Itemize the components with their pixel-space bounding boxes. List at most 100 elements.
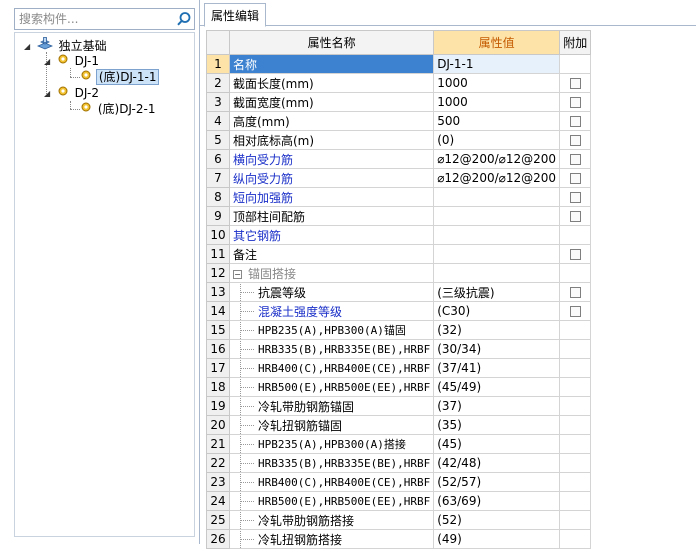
property-row[interactable]: 6 横向受力筋 ⌀12@200/⌀12@200 bbox=[206, 149, 592, 169]
property-name-cell[interactable]: HRB400(C),HRB400E(CE),HRBF bbox=[228, 358, 435, 378]
property-row[interactable]: 18 HRB500(E),HRB500E(EE),HRBF (45/49) bbox=[206, 377, 592, 397]
property-value-cell[interactable]: ⌀12@200/⌀12@200 bbox=[433, 168, 561, 188]
property-value-cell[interactable] bbox=[433, 244, 561, 264]
property-name-cell[interactable]: 抗震等级 bbox=[228, 282, 435, 302]
property-row[interactable]: 14 混凝土强度等级 (C30) bbox=[206, 301, 592, 321]
extra-checkbox[interactable] bbox=[569, 287, 581, 298]
property-value-cell[interactable]: (C30) bbox=[433, 301, 561, 321]
property-name-cell[interactable]: HPB235(A),HPB300(A)锚固 bbox=[228, 320, 435, 340]
property-name-cell[interactable]: − 锚固搭接 bbox=[228, 263, 435, 283]
property-name-cell[interactable]: 截面宽度(mm) bbox=[228, 92, 435, 112]
property-name-cell[interactable]: HPB235(A),HPB300(A)搭接 bbox=[228, 434, 435, 454]
tab-property-edit[interactable]: 属性编辑 bbox=[204, 3, 267, 27]
property-row[interactable]: 9 顶部柱间配筋 bbox=[206, 206, 592, 226]
property-name-cell[interactable]: 冷轧扭钢筋锚固 bbox=[228, 415, 435, 435]
property-name-cell[interactable]: HRB500(E),HRB500E(EE),HRBF bbox=[228, 377, 435, 397]
property-value-cell[interactable]: (52/57) bbox=[433, 472, 561, 492]
property-name-cell[interactable]: HRB400(C),HRB400E(CE),HRBF bbox=[228, 472, 435, 492]
property-value-cell[interactable]: (42/48) bbox=[433, 453, 561, 473]
property-value-cell[interactable]: (三级抗震) bbox=[433, 282, 561, 302]
header-property-name[interactable]: 属性名称 bbox=[228, 30, 435, 55]
property-row[interactable]: 8 短向加强筋 bbox=[206, 187, 592, 207]
property-value-cell[interactable]: (0) bbox=[433, 130, 561, 150]
search-input[interactable] bbox=[15, 9, 173, 29]
property-row[interactable]: 24 HRB500(E),HRB500E(EE),HRBF (63/69) bbox=[206, 491, 592, 511]
property-value-cell[interactable]: (49) bbox=[433, 529, 561, 549]
property-name-cell[interactable]: 相对底标高(m) bbox=[228, 130, 435, 150]
property-row[interactable]: 15 HPB235(A),HPB300(A)锚固 (32) bbox=[206, 320, 592, 340]
extra-checkbox[interactable] bbox=[569, 306, 581, 317]
property-name-cell[interactable]: 高度(mm) bbox=[228, 111, 435, 131]
property-name-cell[interactable]: 冷轧带肋钢筋搭接 bbox=[228, 510, 435, 530]
property-name-cell[interactable]: 备注 bbox=[228, 244, 435, 264]
property-name-cell[interactable]: HRB335(B),HRB335E(BE),HRBF bbox=[228, 453, 435, 473]
property-value-cell[interactable]: (52) bbox=[433, 510, 561, 530]
property-name-cell[interactable]: 顶部柱间配筋 bbox=[228, 206, 435, 226]
header-property-value[interactable]: 属性值 bbox=[433, 30, 561, 55]
property-value-cell[interactable]: (37) bbox=[433, 396, 561, 416]
property-row[interactable]: 3 截面宽度(mm) 1000 bbox=[206, 92, 592, 112]
extra-checkbox[interactable] bbox=[569, 154, 581, 165]
property-value-cell[interactable]: ⌀12@200/⌀12@200 bbox=[433, 149, 561, 169]
property-value-cell[interactable]: (45) bbox=[433, 434, 561, 454]
property-row[interactable]: 19 冷轧带肋钢筋锚固 (37) bbox=[206, 396, 592, 416]
property-value-cell[interactable] bbox=[433, 263, 561, 283]
property-name-cell[interactable]: 混凝土强度等级 bbox=[228, 301, 435, 321]
property-row[interactable]: 21 HPB235(A),HPB300(A)搭接 (45) bbox=[206, 434, 592, 454]
property-row[interactable]: 10 其它钢筋 bbox=[206, 225, 592, 245]
property-row[interactable]: 25 冷轧带肋钢筋搭接 (52) bbox=[206, 510, 592, 530]
collapse-arrow-icon[interactable]: ◢ bbox=[44, 53, 53, 70]
extra-checkbox[interactable] bbox=[569, 78, 581, 89]
property-row[interactable]: 23 HRB400(C),HRB400E(CE),HRBF (52/57) bbox=[206, 472, 592, 492]
tree-node-dj-1[interactable]: ◢ DJ-1 bbox=[44, 53, 101, 70]
extra-checkbox[interactable] bbox=[569, 192, 581, 203]
property-value-cell[interactable]: 1000 bbox=[433, 73, 561, 93]
property-row[interactable]: 1 名称 DJ-1-1 bbox=[206, 54, 592, 74]
property-row[interactable]: 11 备注 bbox=[206, 244, 592, 264]
property-name-cell[interactable]: 截面长度(mm) bbox=[228, 73, 435, 93]
property-value-cell[interactable]: (32) bbox=[433, 320, 561, 340]
property-row[interactable]: 26 冷轧扭钢筋搭接 (49) bbox=[206, 529, 592, 549]
collapse-group-icon[interactable]: − bbox=[233, 269, 242, 279]
property-value-cell[interactable]: DJ-1-1 bbox=[433, 54, 561, 74]
extra-checkbox[interactable] bbox=[569, 116, 581, 127]
property-name-cell[interactable]: 冷轧带肋钢筋锚固 bbox=[228, 396, 435, 416]
property-name-cell[interactable]: 其它钢筋 bbox=[228, 225, 435, 245]
property-value-cell[interactable]: (35) bbox=[433, 415, 561, 435]
property-value-cell[interactable]: 1000 bbox=[433, 92, 561, 112]
collapse-arrow-icon[interactable]: ◢ bbox=[44, 85, 53, 102]
extra-checkbox[interactable] bbox=[569, 135, 581, 146]
property-name-cell[interactable]: 横向受力筋 bbox=[228, 149, 435, 169]
property-value-cell[interactable]: 500 bbox=[433, 111, 561, 131]
header-extra[interactable]: 附加 bbox=[559, 30, 592, 55]
property-name-cell[interactable]: 纵向受力筋 bbox=[228, 168, 435, 188]
property-name-cell[interactable]: HRB500(E),HRB500E(EE),HRBF bbox=[228, 491, 435, 511]
property-row[interactable]: 4 高度(mm) 500 bbox=[206, 111, 592, 131]
property-value-cell[interactable]: (45/49) bbox=[433, 377, 561, 397]
tree-node-root[interactable]: ◢ 独立基础 bbox=[24, 37, 109, 54]
property-row[interactable]: 2 截面长度(mm) 1000 bbox=[206, 73, 592, 93]
property-row[interactable]: 12− 锚固搭接 bbox=[206, 263, 592, 283]
property-row[interactable]: 16 HRB335(B),HRB335E(BE),HRBF (30/34) bbox=[206, 339, 592, 359]
extra-checkbox[interactable] bbox=[569, 173, 581, 184]
property-name-cell[interactable]: 名称 bbox=[228, 54, 435, 74]
search-icon[interactable] bbox=[176, 11, 192, 27]
property-value-cell[interactable]: (30/34) bbox=[433, 339, 561, 359]
extra-checkbox[interactable] bbox=[569, 211, 581, 222]
tree-node-dj-2-1[interactable]: (底)DJ-2-1 bbox=[80, 101, 157, 118]
collapse-arrow-icon[interactable]: ◢ bbox=[24, 38, 33, 55]
extra-checkbox[interactable] bbox=[569, 97, 581, 108]
property-row[interactable]: 5 相对底标高(m) (0) bbox=[206, 130, 592, 150]
tree-node-dj-2[interactable]: ◢ DJ-2 bbox=[44, 85, 101, 102]
property-value-cell[interactable] bbox=[433, 225, 561, 245]
property-name-cell[interactable]: HRB335(B),HRB335E(BE),HRBF bbox=[228, 339, 435, 359]
property-row[interactable]: 13 抗震等级 (三级抗震) bbox=[206, 282, 592, 302]
extra-checkbox[interactable] bbox=[569, 249, 581, 260]
property-value-cell[interactable]: (37/41) bbox=[433, 358, 561, 378]
tree-node-dj-1-1[interactable]: (底)DJ-1-1 bbox=[80, 69, 160, 86]
property-row[interactable]: 20 冷轧扭钢筋锚固 (35) bbox=[206, 415, 592, 435]
property-name-cell[interactable]: 短向加强筋 bbox=[228, 187, 435, 207]
property-value-cell[interactable] bbox=[433, 206, 561, 226]
property-row[interactable]: 17 HRB400(C),HRB400E(CE),HRBF (37/41) bbox=[206, 358, 592, 378]
property-name-cell[interactable]: 冷轧扭钢筋搭接 bbox=[228, 529, 435, 549]
